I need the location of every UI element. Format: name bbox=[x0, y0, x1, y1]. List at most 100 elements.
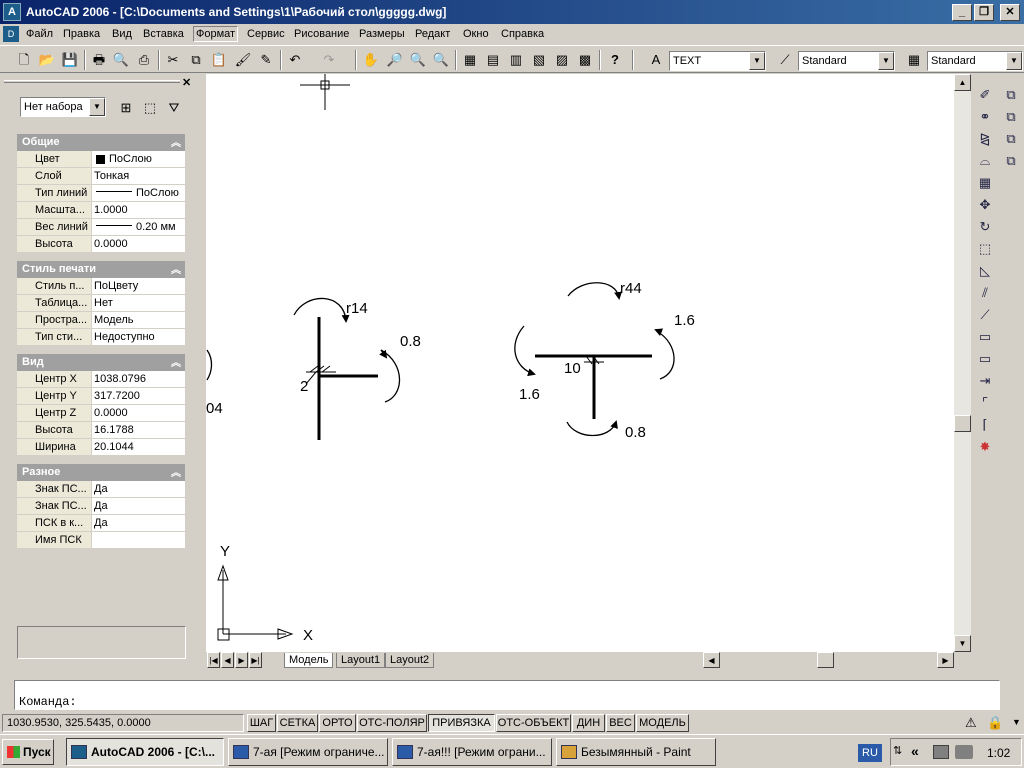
property-value[interactable]: 317.7200 bbox=[91, 388, 185, 404]
palette-grip[interactable] bbox=[4, 80, 180, 83]
dim-style-select[interactable]: Standard ▼ bbox=[798, 51, 895, 71]
fillet-icon[interactable]: ⌈ bbox=[974, 414, 996, 435]
tab-prev-icon[interactable]: ◀ bbox=[221, 652, 234, 668]
bring-above-icon[interactable]: ⧉ bbox=[1000, 128, 1022, 149]
zoom-realtime-icon[interactable]: 🔎 bbox=[384, 50, 406, 70]
property-value[interactable]: Недоступно bbox=[91, 329, 185, 345]
tool-palettes-icon[interactable]: ▥ bbox=[505, 50, 527, 70]
command-line[interactable]: Команда: bbox=[14, 680, 1000, 710]
tab-layout2[interactable]: Layout2 bbox=[385, 653, 435, 668]
draw-order-front-icon[interactable]: ⧉ bbox=[1000, 84, 1022, 105]
tab-layout1[interactable]: Layout1 bbox=[336, 653, 386, 668]
menu-window[interactable]: Окно bbox=[463, 28, 489, 40]
offset-icon[interactable]: ⌓ bbox=[974, 150, 996, 171]
print-preview-icon[interactable]: 🔍 bbox=[110, 50, 132, 70]
toggle-osnap[interactable]: ПРИВЯЗКА bbox=[428, 714, 495, 732]
pan-icon[interactable]: ✋ bbox=[360, 50, 382, 70]
tab-model[interactable]: Модель bbox=[284, 653, 334, 668]
section-general[interactable]: Общие ︽ bbox=[17, 134, 185, 151]
property-value[interactable]: 1038.0796 bbox=[91, 371, 185, 387]
property-value[interactable]: ПоСлою bbox=[91, 185, 185, 201]
section-view[interactable]: Вид ︽ bbox=[17, 354, 185, 371]
scroll-left-icon[interactable]: ◀ bbox=[703, 652, 720, 668]
hscroll-thumb[interactable] bbox=[817, 652, 834, 668]
restore-button[interactable]: ❐ bbox=[974, 4, 994, 21]
property-value[interactable]: ПоЦвету bbox=[91, 278, 185, 294]
vertical-scrollbar[interactable]: ▲ ▼ bbox=[954, 74, 971, 652]
property-row[interactable]: Центр X 1038.0796 bbox=[17, 371, 185, 388]
property-value[interactable]: 1.0000 bbox=[91, 202, 185, 218]
autocad-app-icon[interactable]: A bbox=[3, 3, 21, 21]
stretch-icon[interactable]: ◺ bbox=[974, 260, 996, 281]
task-word-2[interactable]: 7-ая!!! [Режим ограни... bbox=[392, 738, 552, 766]
chevron-down-icon[interactable]: ▼ bbox=[89, 98, 105, 116]
help-icon[interactable]: ? bbox=[604, 50, 626, 70]
start-button[interactable]: Пуск bbox=[2, 739, 54, 765]
copy-icon[interactable]: ⧉ bbox=[185, 50, 207, 70]
property-value[interactable]: Да bbox=[91, 481, 185, 497]
drawing-canvas[interactable]: r14 0.8 2 04 r44 1.6 1.6 10 0.8 Y X bbox=[206, 74, 954, 652]
table-style-select[interactable]: Standard ▼ bbox=[927, 51, 1023, 71]
property-row[interactable]: Простра... Модель bbox=[17, 312, 185, 329]
property-value[interactable]: ПоСлою bbox=[91, 151, 185, 167]
property-value[interactable]: Тонкая bbox=[91, 168, 185, 184]
publish-icon[interactable]: ⎙ bbox=[133, 50, 155, 70]
move-icon[interactable]: ✥ bbox=[974, 194, 996, 215]
chamfer-icon[interactable]: ⌜ bbox=[974, 392, 996, 413]
toggle-otrack[interactable]: ОТС-ОБЪЕКТ bbox=[496, 714, 571, 732]
menu-edit[interactable]: Правка bbox=[63, 28, 100, 40]
block-editor-icon[interactable]: ✎ bbox=[255, 50, 277, 70]
design-center-icon[interactable]: ▤ bbox=[482, 50, 504, 70]
sheet-set-icon[interactable]: ▧ bbox=[528, 50, 550, 70]
new-file-icon[interactable]: 🗋 bbox=[13, 50, 35, 70]
table-style-icon[interactable]: ▦ bbox=[903, 50, 925, 70]
text-style-select[interactable]: TEXT ▼ bbox=[669, 51, 766, 71]
tab-last-icon[interactable]: ▶| bbox=[249, 652, 262, 668]
collapse-icon[interactable]: ︽ bbox=[171, 465, 181, 482]
property-value[interactable]: Нет bbox=[91, 295, 185, 311]
properties-icon[interactable]: ▦ bbox=[459, 50, 481, 70]
property-row[interactable]: ПСК в к... Да bbox=[17, 515, 185, 532]
palette-close-icon[interactable]: ✕ bbox=[182, 76, 191, 89]
property-row[interactable]: Знак ПС... Да bbox=[17, 498, 185, 515]
property-value[interactable]: 0.0000 bbox=[91, 236, 185, 252]
select-objects-icon[interactable]: ⬚ bbox=[139, 98, 161, 118]
property-value[interactable]: Да bbox=[91, 515, 185, 531]
property-value[interactable]: 20.1044 bbox=[91, 439, 185, 455]
property-row[interactable]: Цвет ПоСлою bbox=[17, 151, 185, 168]
property-value[interactable]: 0.0000 bbox=[91, 405, 185, 421]
property-row[interactable]: Слой Тонкая bbox=[17, 168, 185, 185]
collapse-icon[interactable]: ︽ bbox=[171, 355, 181, 372]
property-value[interactable]: 0.20 мм bbox=[91, 219, 185, 235]
property-row[interactable]: Ширина 20.1044 bbox=[17, 439, 185, 456]
minimize-button[interactable]: _ bbox=[952, 4, 972, 21]
draw-order-back-icon[interactable]: ⧉ bbox=[1000, 106, 1022, 127]
markup-icon[interactable]: ▨ bbox=[551, 50, 573, 70]
property-row[interactable]: Имя ПСК bbox=[17, 532, 185, 549]
erase-icon[interactable]: ✐ bbox=[974, 84, 996, 105]
property-row[interactable]: Тип сти... Недоступно bbox=[17, 329, 185, 346]
toggle-lwt[interactable]: ВЕС bbox=[606, 714, 635, 732]
menu-modify[interactable]: Редакт bbox=[415, 28, 450, 40]
zoom-window-icon[interactable]: 🔍 bbox=[407, 50, 429, 70]
paste-icon[interactable]: 📋 bbox=[208, 50, 230, 70]
explode-icon[interactable]: ✸ bbox=[974, 436, 996, 457]
calculator-icon[interactable]: ▩ bbox=[574, 50, 596, 70]
rotate-icon[interactable]: ↻ bbox=[974, 216, 996, 237]
save-icon[interactable]: 💾 bbox=[59, 50, 81, 70]
tab-next-icon[interactable]: ▶ bbox=[235, 652, 248, 668]
clock[interactable]: 1:02 bbox=[987, 746, 1010, 760]
dim-style-icon[interactable]: ⟋ bbox=[774, 50, 796, 70]
chevron-down-icon[interactable]: ▼ bbox=[1006, 52, 1022, 70]
task-word-1[interactable]: 7-ая [Режим ограниче... bbox=[228, 738, 388, 766]
copy-object-icon[interactable]: ⚭ bbox=[974, 106, 996, 127]
cut-icon[interactable]: ✂ bbox=[162, 50, 184, 70]
task-autocad[interactable]: AutoCAD 2006 - [C:\... bbox=[66, 738, 224, 766]
selection-select[interactable]: Нет набора ▼ bbox=[20, 97, 106, 117]
collapse-icon[interactable]: ︽ bbox=[171, 262, 181, 279]
mirror-icon[interactable]: ⧎ bbox=[974, 128, 996, 149]
chevron-down-icon[interactable]: ▼ bbox=[878, 52, 894, 70]
menu-insert[interactable]: Вставка bbox=[143, 28, 184, 40]
menu-format[interactable]: Формат bbox=[193, 26, 239, 42]
quick-select-icon[interactable]: ⛛ bbox=[163, 98, 185, 118]
